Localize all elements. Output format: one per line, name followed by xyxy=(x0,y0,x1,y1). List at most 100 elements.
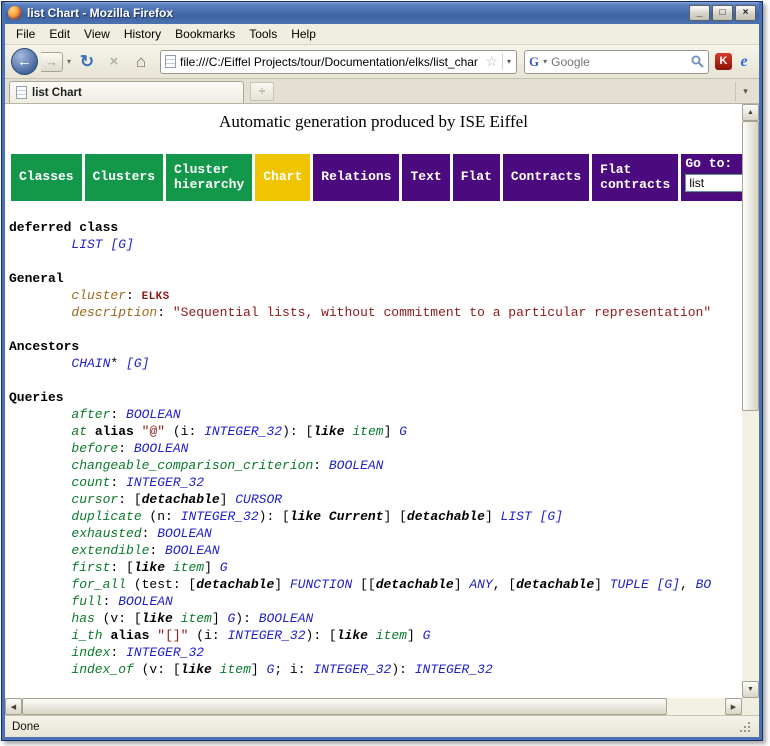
code-token: detachable xyxy=(196,577,274,592)
class-link[interactable]: LIST xyxy=(501,509,532,524)
menu-history[interactable]: History xyxy=(117,25,168,43)
list-all-tabs-button[interactable]: ▾ xyxy=(735,82,755,101)
code-token: ): xyxy=(235,611,258,626)
status-bar: Done xyxy=(5,715,759,737)
firefox-icon xyxy=(8,6,22,20)
doc-button-flat[interactable]: Flat contracts xyxy=(592,154,678,201)
class-link[interactable]: INTEGER_32 xyxy=(313,662,391,677)
scroll-right-button[interactable]: ▶ xyxy=(725,698,742,715)
browser-window: list Chart - Mozilla Firefox _ □ × FileE… xyxy=(1,1,763,741)
minimize-button[interactable]: _ xyxy=(689,5,710,21)
class-link[interactable]: ANY xyxy=(469,577,492,592)
home-button[interactable]: ⌂ xyxy=(129,52,153,72)
class-link[interactable]: INTEGER_32 xyxy=(126,475,204,490)
doc-button-flat[interactable]: Flat xyxy=(453,154,500,201)
location-dropdown-icon[interactable]: ▾ xyxy=(502,53,512,70)
location-bar[interactable]: ☆ ▾ xyxy=(160,50,517,74)
doc-button-clusters[interactable]: Clusters xyxy=(85,154,163,201)
ie-icon[interactable]: e xyxy=(735,53,753,71)
stop-button[interactable]: × xyxy=(102,53,126,70)
doc-button-classes[interactable]: Classes xyxy=(11,154,82,201)
tab-strip-button[interactable]: ÷ xyxy=(250,82,274,101)
class-link[interactable]: BOOLEAN xyxy=(118,594,173,609)
doc-button-relations[interactable]: Relations xyxy=(313,154,399,201)
back-button[interactable]: ← xyxy=(11,48,38,75)
search-engine-dropdown-icon[interactable]: ▾ xyxy=(542,57,548,66)
goto-input[interactable] xyxy=(685,174,742,192)
horizontal-scroll-thumb[interactable] xyxy=(22,698,667,715)
code-token: "Sequential lists, without commitment to… xyxy=(173,305,711,320)
menu-bookmarks[interactable]: Bookmarks xyxy=(168,25,242,43)
maximize-button[interactable]: □ xyxy=(712,5,733,21)
code-token: : xyxy=(157,305,173,320)
class-link[interactable]: G xyxy=(220,560,228,575)
menu-view[interactable]: View xyxy=(77,25,117,43)
horizontal-scroll-track[interactable] xyxy=(667,698,725,715)
class-link[interactable]: INTEGER_32 xyxy=(415,662,493,677)
menu-help[interactable]: Help xyxy=(284,25,323,43)
scroll-left-button[interactable]: ◀ xyxy=(5,698,22,715)
class-link[interactable]: BOOLEAN xyxy=(157,526,212,541)
search-bar[interactable]: G ▾ xyxy=(524,50,709,74)
menu-edit[interactable]: Edit xyxy=(42,25,77,43)
code-token: (n: xyxy=(142,509,181,524)
vertical-scroll-thumb[interactable] xyxy=(742,121,759,411)
code-token: ): [ xyxy=(306,628,337,643)
doc-button-cluster[interactable]: Cluster hierarchy xyxy=(166,154,252,201)
class-link[interactable]: G xyxy=(399,424,407,439)
class-link[interactable]: INTEGER_32 xyxy=(181,509,259,524)
code-token: before xyxy=(71,441,118,456)
class-link[interactable]: INTEGER_32 xyxy=(126,645,204,660)
scroll-down-button[interactable]: ▼ xyxy=(742,681,759,698)
class-link[interactable]: INTEGER_32 xyxy=(204,424,282,439)
doc-button-label: Relations xyxy=(321,170,391,185)
horizontal-scrollbar[interactable]: ◀ ▶ xyxy=(5,698,742,715)
class-link[interactable]: BOOLEAN xyxy=(126,407,181,422)
class-link[interactable]: [G] xyxy=(110,237,133,252)
class-link[interactable]: [G] xyxy=(657,577,680,592)
menu-tools[interactable]: Tools xyxy=(242,25,284,43)
class-link[interactable]: FUNCTION xyxy=(290,577,352,592)
url-input[interactable] xyxy=(180,55,481,69)
class-link[interactable]: [G] xyxy=(126,356,149,371)
forward-icon: → xyxy=(45,54,58,69)
class-link[interactable]: CHAIN xyxy=(71,356,110,371)
class-link[interactable]: CURSOR xyxy=(235,492,282,507)
resize-grip[interactable] xyxy=(738,720,752,734)
class-link[interactable]: LIST xyxy=(71,237,102,252)
menu-file[interactable]: File xyxy=(9,25,42,43)
vertical-scrollbar[interactable]: ▲ ▼ xyxy=(742,104,759,698)
doc-button-chart[interactable]: Chart xyxy=(255,154,310,201)
tab-list-chart[interactable]: list Chart xyxy=(9,81,244,103)
search-icon[interactable] xyxy=(691,55,704,68)
doc-button-text[interactable]: Text xyxy=(402,154,449,201)
doc-button-go[interactable]: Go to: xyxy=(681,154,742,201)
code-token: like xyxy=(142,611,173,626)
class-link[interactable]: BOOLEAN xyxy=(165,543,220,558)
class-link[interactable]: BOOLEAN xyxy=(134,441,189,456)
close-button[interactable]: × xyxy=(735,5,756,21)
code-token: ): xyxy=(391,662,414,677)
class-link[interactable]: BO xyxy=(696,577,712,592)
title-bar[interactable]: list Chart - Mozilla Firefox _ □ × xyxy=(5,2,759,24)
class-link[interactable]: INTEGER_32 xyxy=(228,628,306,643)
doc-button-contracts[interactable]: Contracts xyxy=(503,154,589,201)
class-link[interactable]: TUPLE xyxy=(610,577,649,592)
code-token xyxy=(134,424,142,439)
history-dropdown[interactable]: ▾ xyxy=(66,57,72,66)
class-link[interactable]: [G] xyxy=(540,509,563,524)
forward-button[interactable]: → xyxy=(41,52,63,72)
code-token: i_th xyxy=(71,628,102,643)
code-token: detachable xyxy=(376,577,454,592)
bookmark-star-icon[interactable]: ☆ xyxy=(485,53,498,70)
code-token xyxy=(532,509,540,524)
class-link[interactable]: BOOLEAN xyxy=(329,458,384,473)
search-input[interactable] xyxy=(551,55,688,69)
class-link[interactable]: G xyxy=(423,628,431,643)
code-token: : xyxy=(110,407,126,422)
doc-button-label: Contracts xyxy=(511,170,581,185)
scroll-up-button[interactable]: ▲ xyxy=(742,104,759,121)
class-link[interactable]: BOOLEAN xyxy=(259,611,314,626)
extension-red-icon[interactable]: K xyxy=(715,53,732,70)
refresh-button[interactable]: ↻ xyxy=(75,52,99,72)
